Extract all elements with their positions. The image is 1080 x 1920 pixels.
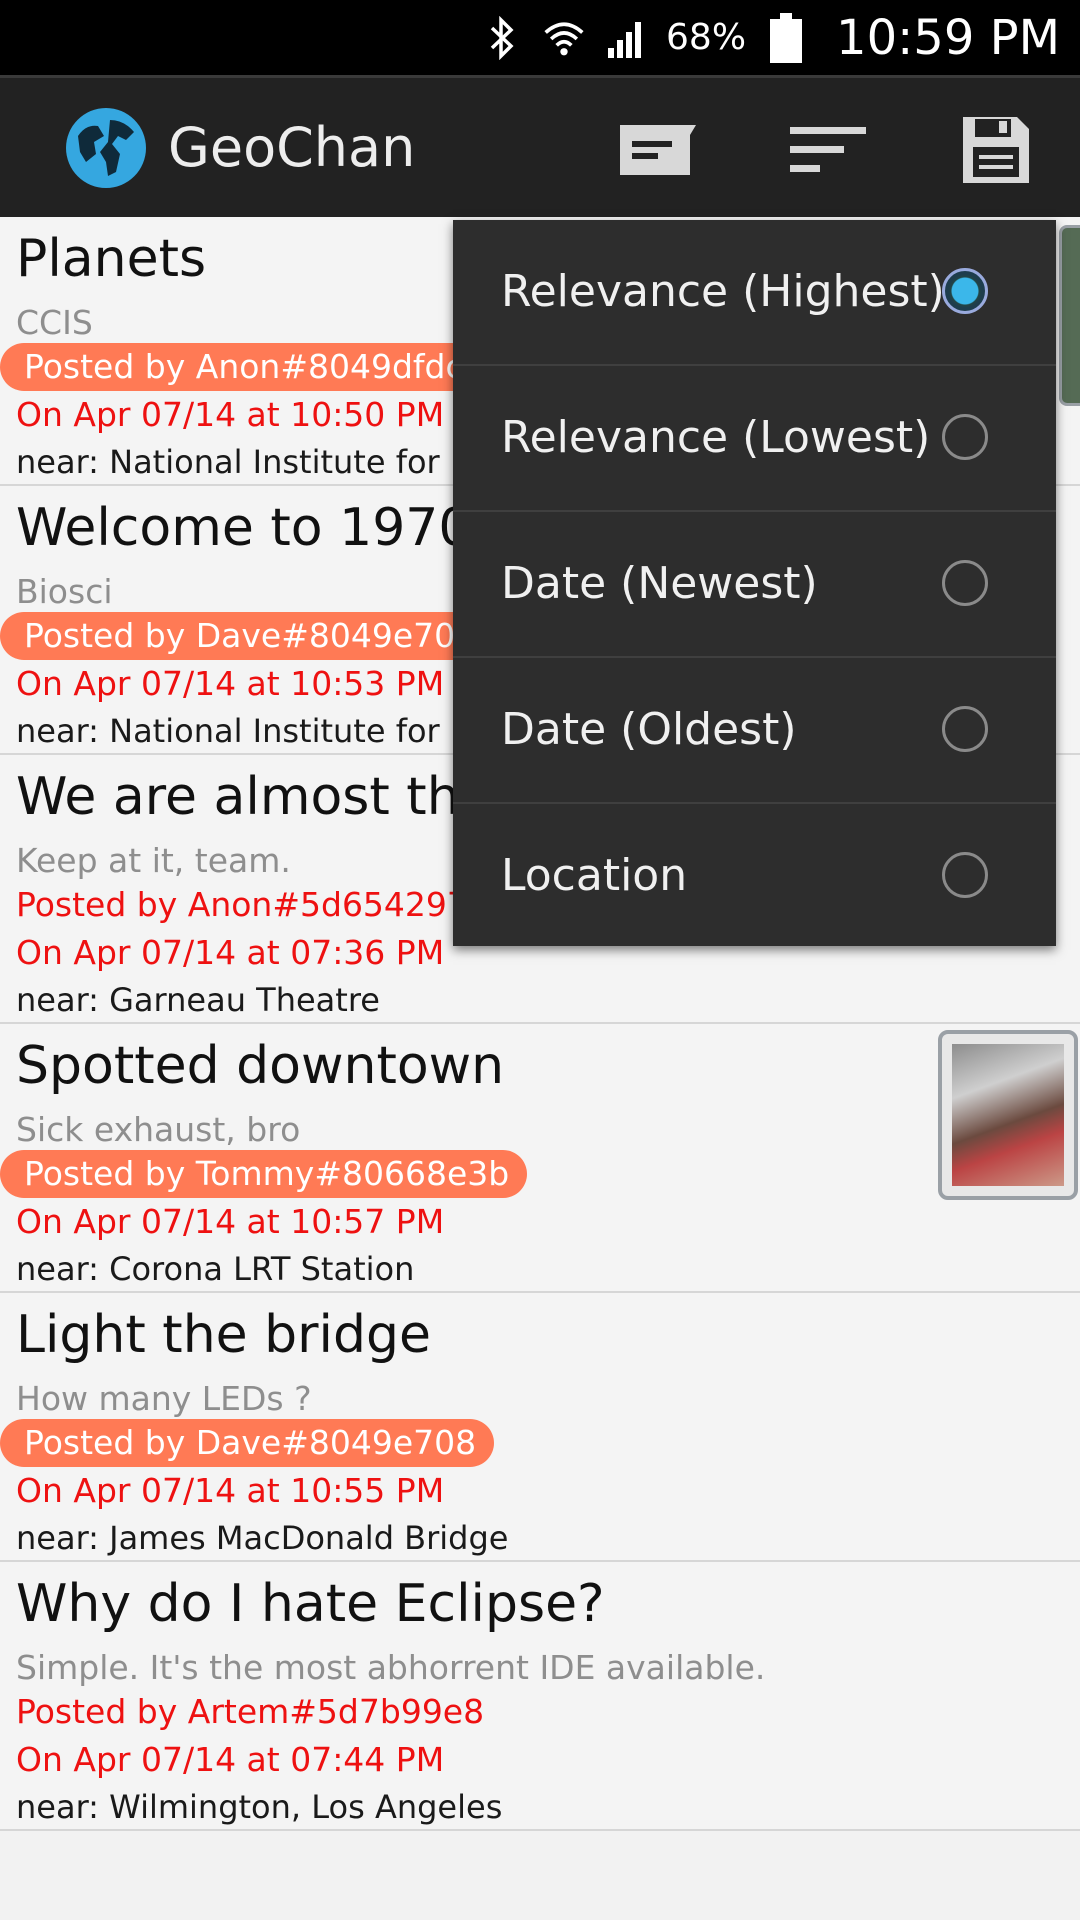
post-date: On Apr 07/14 at 10:53 PM: [16, 664, 445, 703]
post-title: Why do I hate Eclipse?: [16, 1574, 605, 1634]
wifi-icon: [542, 13, 586, 63]
post-location: near: Wilmington, Los Angeles: [16, 1788, 503, 1826]
post-author: Posted by Tommy#80668e3b: [0, 1150, 528, 1198]
post-location: near: Garneau Theatre: [16, 981, 380, 1019]
battery-percent: 68%: [666, 17, 747, 58]
sort-option[interactable]: Location: [453, 804, 1056, 950]
status-bar: 68% 10:59 PM: [0, 0, 1080, 75]
sort-option-label: Date (Oldest): [501, 704, 797, 755]
status-clock: 10:59 PM: [836, 9, 1060, 66]
post-author: Posted by Dave#8049e708: [0, 612, 495, 660]
thumbnail-image: [952, 1044, 1064, 1186]
post-title: Planets: [16, 229, 207, 289]
new-post-icon: [620, 125, 696, 175]
post-author: Posted by Artem#5d7b99e8: [16, 1692, 485, 1731]
sort-option-label: Date (Newest): [501, 558, 818, 609]
sort-icon: [790, 127, 866, 172]
app-title: GeoChan: [168, 116, 416, 179]
post-location: near: National Institute for N: [16, 712, 474, 750]
sort-option[interactable]: Relevance (Lowest): [453, 366, 1056, 512]
sort-option-label: Relevance (Highest): [501, 266, 945, 317]
save-icon: [963, 117, 1029, 183]
post-title: Light the bridge: [16, 1305, 432, 1365]
globe-icon[interactable]: [64, 106, 148, 190]
post-thumbnail[interactable]: [938, 1030, 1078, 1200]
battery-icon: [764, 12, 808, 63]
post-subtitle: Simple. It's the most abhorrent IDE avai…: [16, 1648, 766, 1687]
new-post-button[interactable]: [608, 100, 708, 200]
post-author: Posted by Dave#8049e708: [0, 1419, 495, 1467]
post-location: near: James MacDonald Bridge: [16, 1519, 509, 1557]
post-author: Posted by Anon#8049dfdc: [0, 343, 482, 391]
radio-button[interactable]: [942, 706, 988, 752]
radio-button[interactable]: [942, 414, 988, 460]
radio-button[interactable]: [942, 560, 988, 606]
post-author: Posted by Anon#5d654297: [16, 885, 468, 924]
sort-option[interactable]: Date (Oldest): [453, 658, 1056, 804]
post-subtitle: Sick exhaust, bro: [16, 1110, 301, 1149]
post-date: On Apr 07/14 at 10:57 PM: [16, 1202, 445, 1241]
post-title: Welcome to 1970: [16, 498, 472, 558]
sort-option[interactable]: Date (Newest): [453, 512, 1056, 658]
radio-button[interactable]: [942, 852, 988, 898]
signal-icon: [604, 13, 648, 63]
post-title: We are almost the: [16, 767, 492, 827]
sort-option[interactable]: Relevance (Highest): [453, 220, 1056, 366]
post-title: Spotted downtown: [16, 1036, 505, 1096]
post-location: near: National Institute for N: [16, 443, 474, 481]
post-subtitle: Keep at it, team.: [16, 841, 291, 880]
radio-button[interactable]: [942, 268, 988, 314]
post-subtitle: How many LEDs ?: [16, 1379, 312, 1418]
sort-dropdown-menu: Relevance (Highest) Relevance (Lowest) Dat…: [453, 220, 1056, 946]
list-item[interactable]: Light the bridge How many LEDs ? Posted by…: [0, 1293, 1080, 1562]
list-item[interactable]: Spotted downtown Sick exhaust, bro Posted …: [0, 1024, 1080, 1293]
post-date: On Apr 07/14 at 10:50 PM: [16, 395, 445, 434]
thumbnail-partial[interactable]: [1059, 225, 1080, 406]
sort-option-label: Location: [501, 850, 688, 901]
post-date: On Apr 07/14 at 07:44 PM: [16, 1740, 445, 1779]
post-date: On Apr 07/14 at 10:55 PM: [16, 1471, 445, 1510]
post-date: On Apr 07/14 at 07:36 PM: [16, 933, 445, 972]
post-subtitle: CCIS: [16, 303, 93, 342]
post-subtitle: Biosci: [16, 572, 113, 611]
sort-option-label: Relevance (Lowest): [501, 412, 931, 463]
sort-button[interactable]: [778, 100, 878, 200]
save-button[interactable]: [946, 100, 1046, 200]
action-bar: GeoChan: [0, 75, 1080, 217]
post-location: near: Corona LRT Station: [16, 1250, 415, 1288]
bluetooth-icon: [480, 13, 524, 63]
list-item[interactable]: Why do I hate Eclipse? Simple. It's the m…: [0, 1562, 1080, 1831]
